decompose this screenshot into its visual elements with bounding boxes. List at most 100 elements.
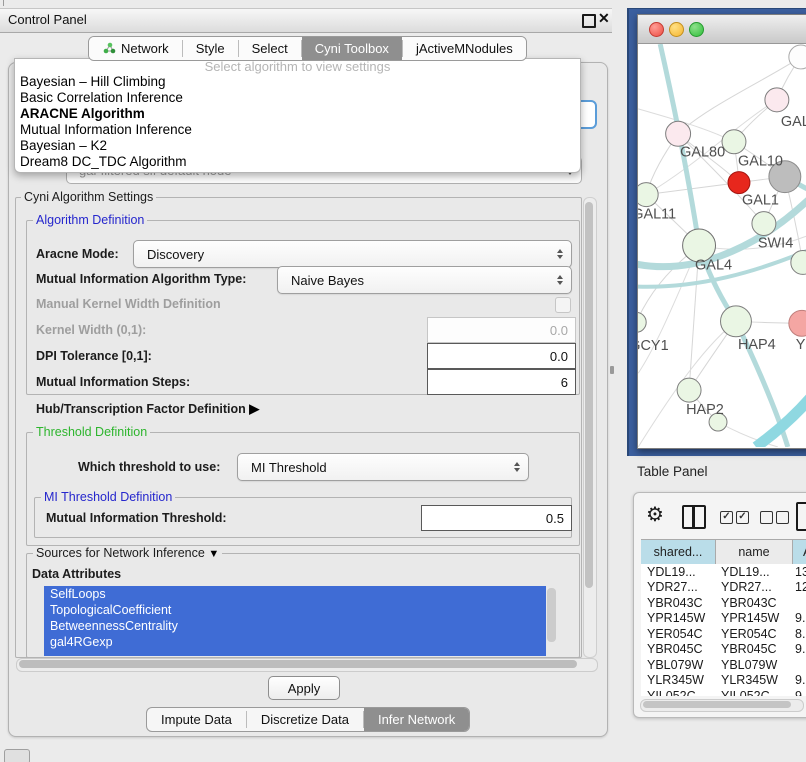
dropdown-item[interactable]: Mutual Information Inference [15,122,580,138]
table-window: ⚙ ✓ ✓ shared...nameA YDL19...YDL19...13Y… [633,492,806,718]
table-cell: YER054C [715,627,791,641]
mi-threshold-field[interactable]: 0.5 [421,505,572,531]
select-all-icon[interactable]: ✓ [720,511,733,524]
deselect-all-icon[interactable] [776,511,789,524]
gear-icon[interactable]: ⚙ [646,504,664,526]
minimize-traffic-light-icon[interactable] [669,22,684,37]
table-row[interactable]: YBR043CYBR043C [641,595,806,611]
deselect-all-icon[interactable] [760,511,773,524]
which-threshold-combo[interactable]: MI Threshold [237,453,529,481]
threshold-definition-legend: Threshold Definition [33,425,150,439]
corner-tick [3,0,4,6]
algorithm-definition-legend: Algorithm Definition [33,213,147,227]
table-cell: YBR043C [715,596,791,610]
table-horizontal-scrollbar[interactable] [640,699,804,712]
table-row[interactable]: YPR145WYPR145W9. [641,611,806,627]
zoom-traffic-light-icon[interactable] [689,22,704,37]
dropdown-item[interactable]: Basic Correlation Inference [15,90,580,106]
network-edge[interactable] [756,395,806,447]
attribute-item[interactable]: gal4RGexp [44,634,546,650]
node-label: SWI4 [758,235,793,251]
tab-impute-data[interactable]: Impute Data [147,708,246,731]
table-cell: YPR145W [641,611,715,625]
network-node-gal80[interactable] [666,121,691,146]
attributes-list-scrollbar[interactable] [547,588,556,642]
mi-steps-value: 6 [561,375,568,390]
table-row[interactable]: YBL079WYBL079W [641,657,806,673]
float-window-icon[interactable] [582,14,596,28]
tab-infer-network[interactable]: Infer Network [364,708,469,731]
mi-type-combo[interactable]: Naive Bayes [277,266,572,294]
tab-style[interactable]: Style [183,37,238,60]
dropdown-item[interactable]: ARACNE Algorithm [15,106,580,122]
network-node-swi4[interactable] [752,212,776,236]
kernel-width-field[interactable]: 0.0 [427,317,576,343]
network-canvas[interactable]: GALGAL80GAL10GAL1GAL11SWI4GAL4GCY1HAP4YH… [638,44,806,447]
select-all-icon[interactable]: ✓ [736,511,749,524]
network-icon [102,42,116,55]
network-node-hap2[interactable] [677,378,701,402]
tab-label: Infer Network [378,712,455,727]
tab-cyni-toolbox[interactable]: Cyni Toolbox [302,37,402,60]
column-header[interactable]: shared... [641,540,716,564]
table-row[interactable]: YBR045CYBR045C9. [641,642,806,658]
column-header[interactable]: name [716,540,793,564]
dpi-tolerance-field[interactable]: 0.0 [427,343,576,369]
table-row[interactable]: YLR345WYLR345W9. [641,673,806,689]
close-traffic-light-icon[interactable] [649,22,664,37]
dropdown-item[interactable]: Bayesian – Hill Climbing [15,74,580,90]
tab-jactivemnodules[interactable]: jActiveMNodules [403,37,526,60]
hub-definition-expander[interactable]: Hub/Transcription Factor Definition ▶ [36,401,259,417]
network-node-gal10[interactable] [722,130,746,154]
dropdown-item[interactable]: Bayesian – K2 [15,138,580,154]
network-node-gal1[interactable] [728,172,750,194]
network-node-hap4[interactable] [721,306,752,337]
tab-network[interactable]: Network [89,37,182,60]
tab-select[interactable]: Select [239,37,301,60]
network-node[interactable] [789,45,806,69]
aracne-mode-combo[interactable]: Discovery [133,240,572,268]
column-header[interactable]: A [793,540,806,564]
split-columns-icon[interactable] [682,505,706,529]
table-cell: YER054C [641,627,715,641]
table-row[interactable]: YDL19...YDL19...13 [641,564,806,580]
dropdown-item[interactable]: Dream8 DC_TDC Algorithm [15,154,580,170]
tab-label: Discretize Data [261,712,349,727]
dropdown-prompt: Select algorithm to view settings [15,59,580,74]
table-row[interactable]: YDR27...YDR27...12 [641,580,806,596]
kernel-width-value: 0.0 [550,323,568,338]
network-window-titlebar[interactable] [638,15,806,44]
table-cell: YBR043C [641,596,715,610]
network-node-gal[interactable] [765,88,789,112]
close-icon[interactable]: ✕ [598,10,610,27]
data-attributes-list[interactable]: SelfLoopsTopologicalCoefficientBetweenne… [44,586,546,656]
dpi-tolerance-value: 0.0 [550,349,568,364]
sources-collapse-toggle[interactable]: Sources for Network Inference ▼ [33,546,222,560]
network-node-gal11[interactable] [638,183,658,207]
bottom-left-button[interactable] [4,749,30,762]
attribute-item[interactable]: TopologicalCoefficient [44,602,546,618]
network-node-y[interactable] [789,310,806,336]
splitter-handle[interactable] [610,366,614,374]
table-cell: YLR345W [715,673,791,687]
network-node[interactable] [791,250,806,274]
mi-steps-label: Mutual Information Steps: [36,375,190,389]
manual-kernel-checkbox[interactable] [555,297,571,313]
mi-steps-field[interactable]: 6 [427,369,576,395]
table-cell: 9. [791,642,806,656]
settings-vertical-scrollbar[interactable] [583,197,597,658]
table-cell: 13 [791,565,806,579]
tab-discretize-data[interactable]: Discretize Data [247,708,363,731]
table-cell: 8. [791,627,806,641]
network-node-gcy1[interactable] [638,312,646,332]
file-icon[interactable] [796,502,806,531]
table-header: shared...nameA [641,539,806,565]
table-cell: YBR045C [715,642,791,656]
table-cell: 9. [791,611,806,625]
table-row[interactable]: YER054CYER054C8. [641,626,806,642]
settings-horizontal-scrollbar[interactable] [16,658,598,672]
attribute-item[interactable]: BetweennessCentrality [44,618,546,634]
table-row[interactable]: YIL052CYIL052C9. [641,688,806,696]
attribute-item[interactable]: SelfLoops [44,586,546,602]
apply-button[interactable]: Apply [268,676,340,700]
